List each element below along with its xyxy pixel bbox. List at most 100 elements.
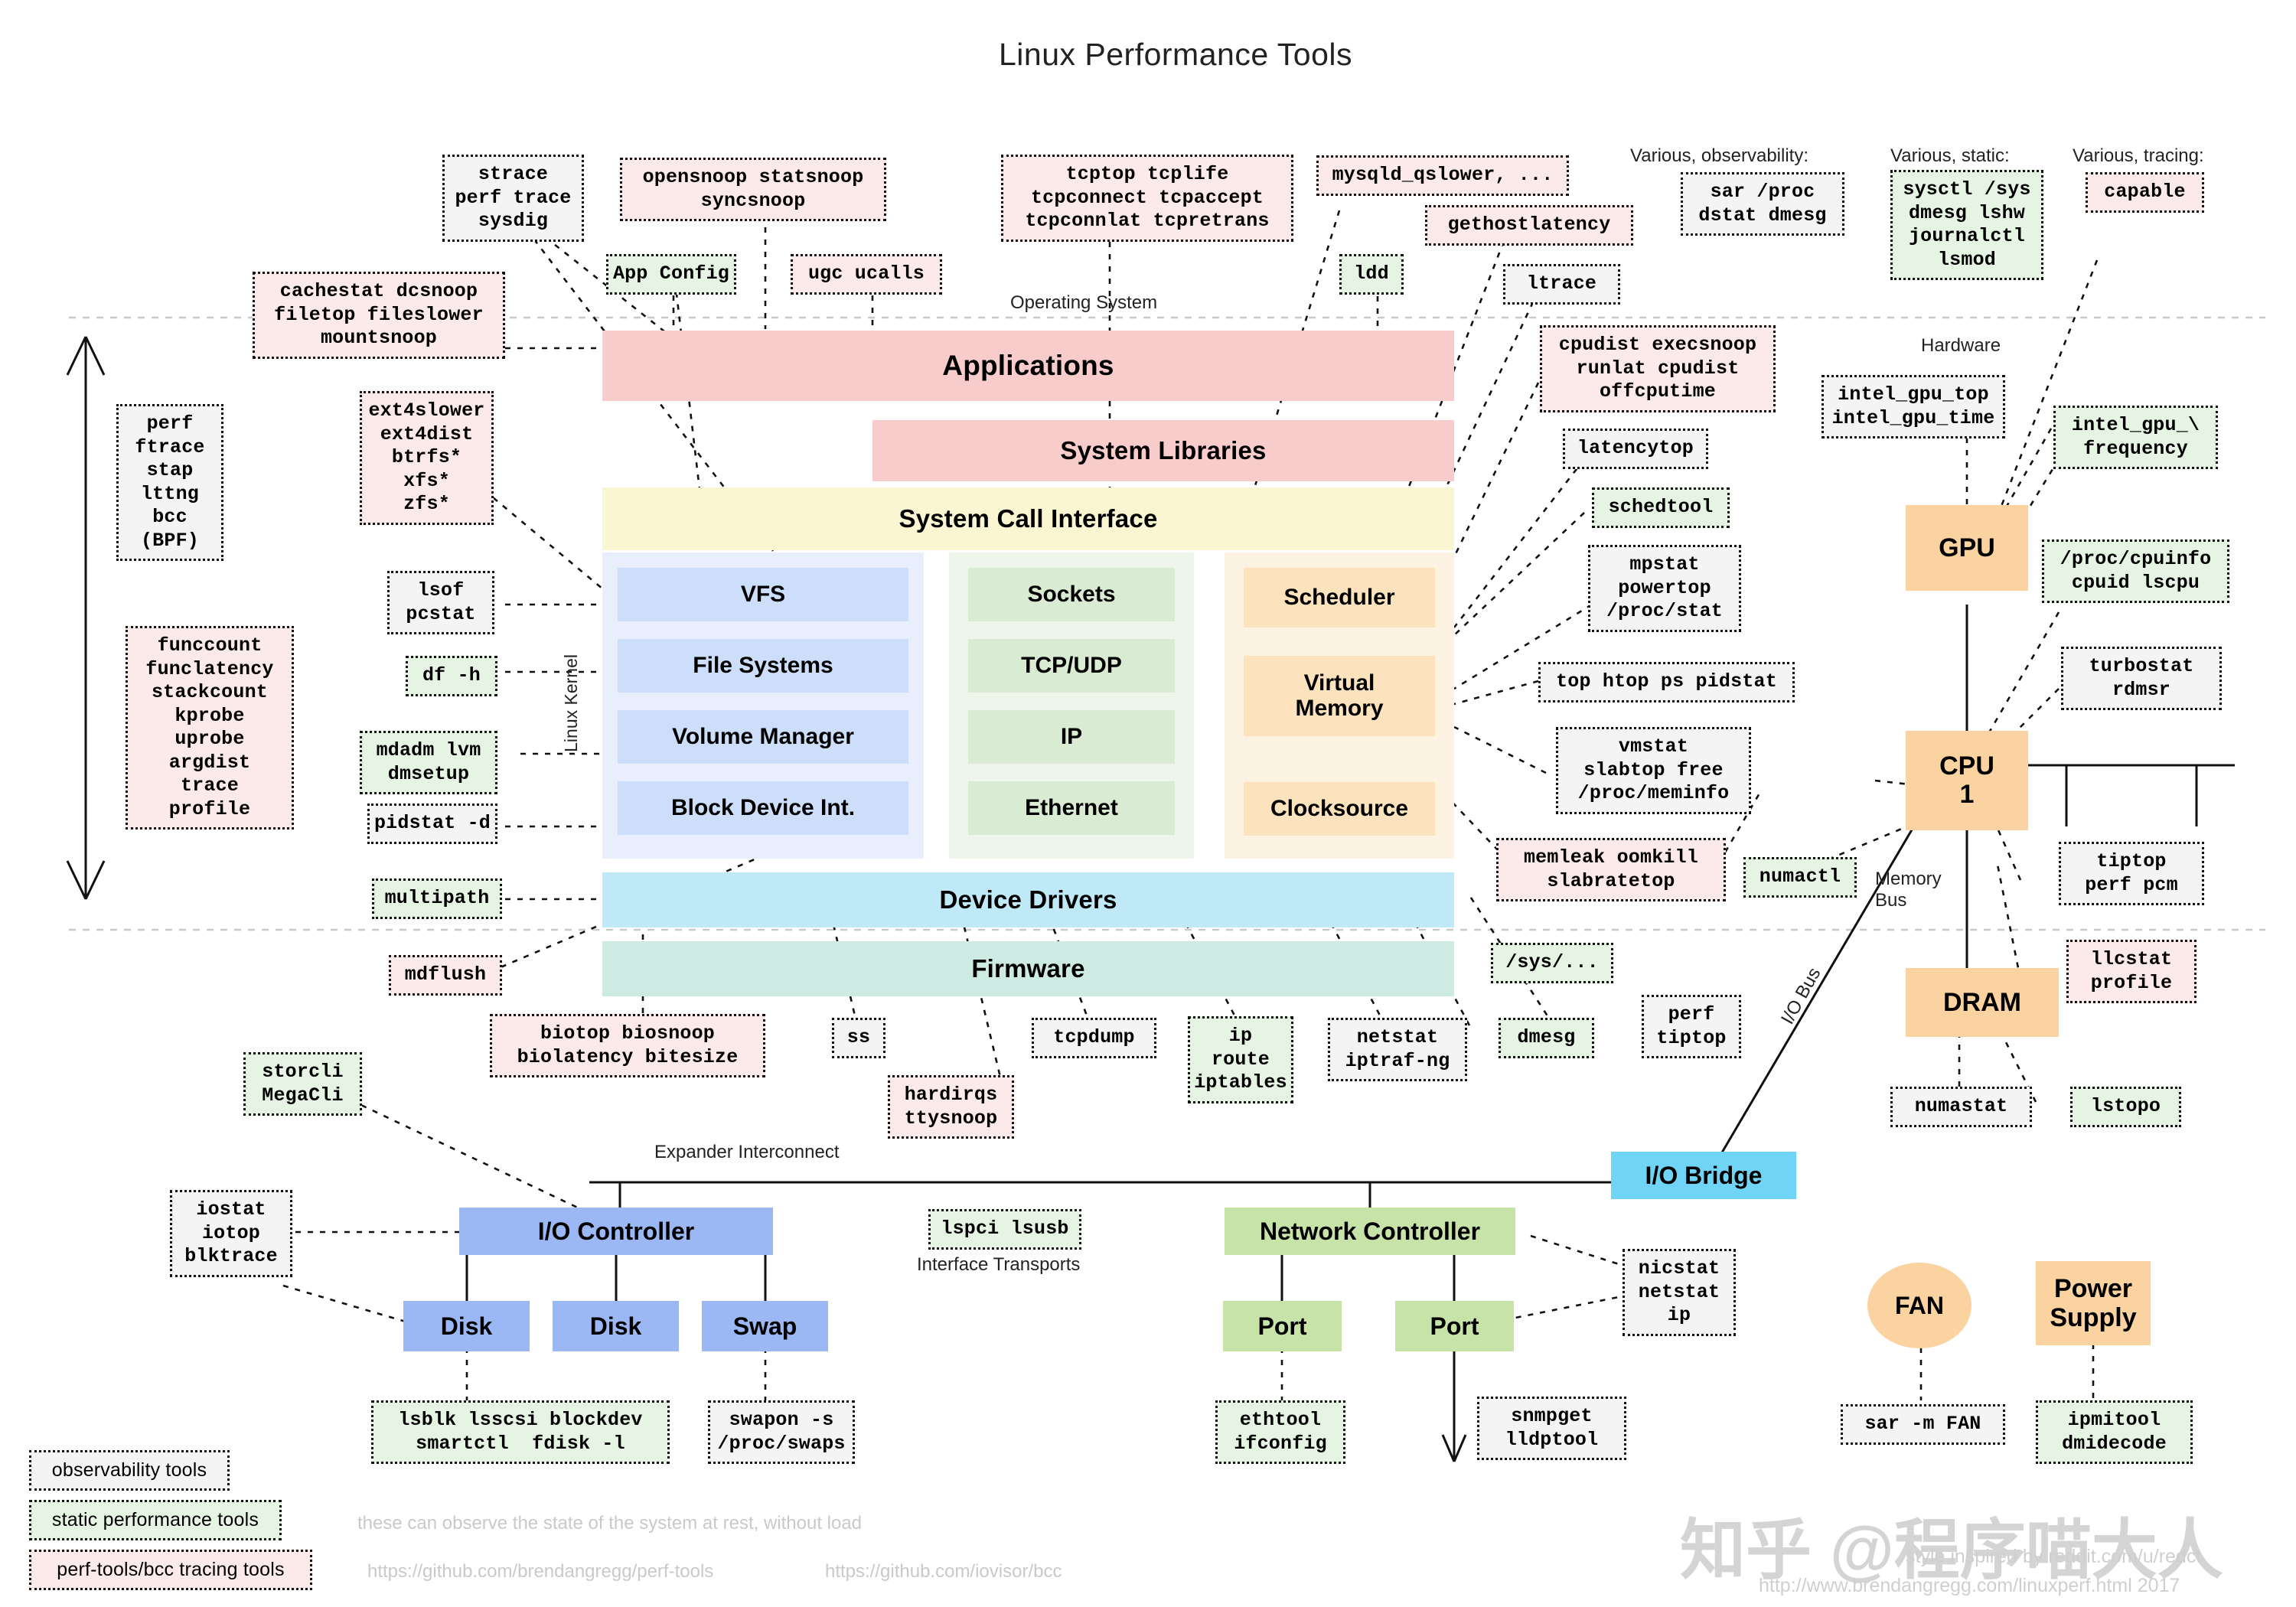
tool-funccount[interactable]: funccount funclatency stackcount kprobe …	[126, 626, 294, 830]
tool-memleak[interactable]: memleak oomkill slabratetop	[1496, 838, 1726, 901]
label-io-bus: I/O Bus	[1777, 964, 1825, 1028]
block-file-systems: File Systems	[618, 639, 908, 693]
tool-ip-route[interactable]: ip route iptables	[1188, 1016, 1293, 1103]
hw-port-2: Port	[1395, 1301, 1514, 1351]
tool-perf-list[interactable]: perf ftrace stap lttng bcc (BPF)	[116, 404, 223, 561]
tool-storcli[interactable]: storcli MegaCli	[243, 1052, 362, 1116]
tool-multipath[interactable]: multipath	[372, 878, 502, 919]
tool-hardirqs[interactable]: hardirqs ttysnoop	[888, 1075, 1014, 1139]
tool-gethostlatency[interactable]: gethostlatency	[1425, 205, 1633, 246]
tool-mdflush[interactable]: mdflush	[389, 955, 502, 996]
tool-numastat[interactable]: numastat	[1890, 1087, 2032, 1127]
tool-opensnoop[interactable]: opensnoop statsnoop syncsnoop	[620, 158, 886, 221]
tool-ugc-ucalls[interactable]: ugc ucalls	[791, 254, 942, 295]
hw-dram: DRAM	[1906, 968, 2059, 1037]
footnote-url-bcc[interactable]: https://github.com/iovisor/bcc	[825, 1561, 1062, 1583]
tool-cpudist[interactable]: cpudist execsnoop runlat cpudist offcput…	[1540, 325, 1776, 412]
tool-lstopo[interactable]: lstopo	[2070, 1087, 2181, 1127]
tool-nicstat[interactable]: nicstat netstat ip	[1623, 1249, 1736, 1336]
tool-perf-tiptop[interactable]: perf tiptop	[1642, 995, 1741, 1058]
tool-proc-cpuinfo[interactable]: /proc/cpuinfo cpuid lscpu	[2042, 539, 2229, 603]
block-tcp-udp: TCP/UDP	[968, 639, 1175, 693]
hw-swap: Swap	[702, 1301, 828, 1351]
block-applications: Applications	[602, 331, 1454, 401]
legend-observability-tools: observability tools	[29, 1450, 230, 1491]
tool-sys-dots[interactable]: /sys/...	[1491, 943, 1613, 983]
tool-biotop[interactable]: biotop biosnoop biolatency bitesize	[490, 1014, 765, 1077]
tool-mysqld-qslower[interactable]: mysqld_qslower, ...	[1316, 155, 1569, 196]
tool-ldd[interactable]: ldd	[1339, 254, 1404, 295]
tool-lsblk[interactable]: lsblk lsscsi blockdev smartctl fdisk -l	[371, 1400, 670, 1464]
block-block-device-int: Block Device Int.	[618, 781, 908, 835]
tool-capable[interactable]: capable	[2086, 172, 2204, 213]
tool-tcpdump[interactable]: tcpdump	[1032, 1018, 1156, 1058]
hw-io-controller: I/O Controller	[459, 1208, 773, 1255]
tool-pidstat-d[interactable]: pidstat -d	[367, 804, 497, 844]
hw-cpu: CPU 1	[1906, 731, 2028, 830]
hw-io-bridge: I/O Bridge	[1611, 1152, 1796, 1199]
tool-sysctl[interactable]: sysctl /sys dmesg lshw journalctl lsmod	[1890, 170, 2043, 280]
tool-ext4slower[interactable]: ext4slower ext4dist btrfs* xfs* zfs*	[360, 391, 494, 525]
page-title: Linux Performance Tools	[999, 37, 1352, 72]
block-sockets: Sockets	[968, 568, 1175, 621]
block-scheduler: Scheduler	[1244, 568, 1435, 627]
block-device-drivers: Device Drivers	[602, 872, 1454, 927]
group-filesystem: VFS File Systems Volume Manager Block De…	[602, 553, 924, 859]
tool-swapon[interactable]: swapon -s /proc/swaps	[708, 1400, 855, 1464]
hw-port-1: Port	[1223, 1301, 1342, 1351]
tool-turbostat[interactable]: turbostat rdmsr	[2061, 647, 2222, 710]
tool-llcstat[interactable]: llcstat profile	[2066, 940, 2197, 1003]
hw-network-controller: Network Controller	[1225, 1208, 1515, 1255]
tool-vmstat[interactable]: vmstat slabtop free /proc/meminfo	[1556, 727, 1751, 814]
tool-ipmitool[interactable]: ipmitool dmidecode	[2036, 1400, 2193, 1464]
tool-schedtool[interactable]: schedtool	[1592, 487, 1730, 528]
tool-snmpget[interactable]: snmpget lldptool	[1477, 1397, 1626, 1460]
hw-fan: FAN	[1867, 1263, 1971, 1348]
tool-strace[interactable]: strace perf trace sysdig	[442, 155, 584, 242]
tool-tcptop[interactable]: tcptop tcplife tcpconnect tcpaccept tcpc…	[1001, 155, 1293, 242]
tool-top-htop[interactable]: top htop ps pidstat	[1538, 662, 1795, 702]
hw-gpu: GPU	[1906, 505, 2028, 591]
tool-latencytop[interactable]: latencytop	[1563, 429, 1708, 469]
tool-numactl[interactable]: numactl	[1743, 857, 1857, 898]
footnote-at-rest: these can observe the state of the syste…	[357, 1513, 863, 1534]
tool-app-config[interactable]: App Config	[606, 254, 736, 295]
tool-intel-gpu-top[interactable]: intel_gpu_top intel_gpu_time	[1821, 375, 2005, 438]
block-firmware: Firmware	[602, 941, 1454, 996]
tool-lspci[interactable]: lspci lsusb	[928, 1209, 1081, 1250]
label-expander-interconnect: Expander Interconnect	[654, 1142, 840, 1162]
tool-mpstat[interactable]: mpstat powertop /proc/stat	[1588, 545, 1741, 632]
tool-lsof[interactable]: lsof pcstat	[387, 571, 494, 634]
tool-netstat-iptraf[interactable]: netstat iptraf-ng	[1328, 1018, 1467, 1081]
label-various-static: Various, static:	[1890, 145, 2010, 166]
label-various-tracing: Various, tracing:	[2073, 145, 2204, 166]
watermark-style-credit: style inspired by reddit.com/u/redct	[1906, 1546, 2202, 1567]
label-memory-bus: Memory Bus	[1875, 869, 1942, 911]
tool-cachestat[interactable]: cachestat dcsnoop filetop fileslower mou…	[253, 272, 505, 359]
group-network: Sockets TCP/UDP IP Ethernet	[949, 553, 1194, 859]
tool-ltrace[interactable]: ltrace	[1503, 264, 1620, 305]
hw-power-supply: Power Supply	[2036, 1261, 2151, 1345]
hw-disk-1: Disk	[403, 1301, 530, 1351]
footnote-url-perftools[interactable]: https://github.com/brendangregg/perf-too…	[367, 1561, 713, 1583]
tool-mdadm[interactable]: mdadm lvm dmsetup	[360, 731, 497, 794]
tool-sar-fan[interactable]: sar -m FAN	[1841, 1404, 2005, 1445]
legend-tracing-tools: perf-tools/bcc tracing tools	[29, 1550, 312, 1590]
tool-intel-gpu-frequency[interactable]: intel_gpu_\ frequency	[2053, 406, 2218, 469]
tool-ss[interactable]: ss	[832, 1018, 885, 1058]
block-volume-manager: Volume Manager	[618, 710, 908, 764]
label-various-observability: Various, observability:	[1630, 145, 1808, 166]
tool-iostat[interactable]: iostat iotop blktrace	[170, 1190, 292, 1277]
block-ip: IP	[968, 710, 1175, 764]
tool-tiptop-perf-pcm[interactable]: tiptop perf pcm	[2059, 842, 2204, 905]
tool-sar-proc[interactable]: sar /proc dstat dmesg	[1681, 172, 1844, 236]
tool-dmesg[interactable]: dmesg	[1499, 1018, 1594, 1058]
tool-df-h[interactable]: df -h	[406, 656, 497, 696]
block-vfs: VFS	[618, 568, 908, 621]
label-operating-system: Operating System	[1010, 292, 1158, 313]
hw-disk-2: Disk	[553, 1301, 679, 1351]
block-clocksource: Clocksource	[1244, 782, 1435, 836]
block-system-call-interface: System Call Interface	[602, 487, 1454, 550]
tool-ethtool[interactable]: ethtool ifconfig	[1215, 1400, 1345, 1464]
block-system-libraries: System Libraries	[872, 420, 1454, 481]
